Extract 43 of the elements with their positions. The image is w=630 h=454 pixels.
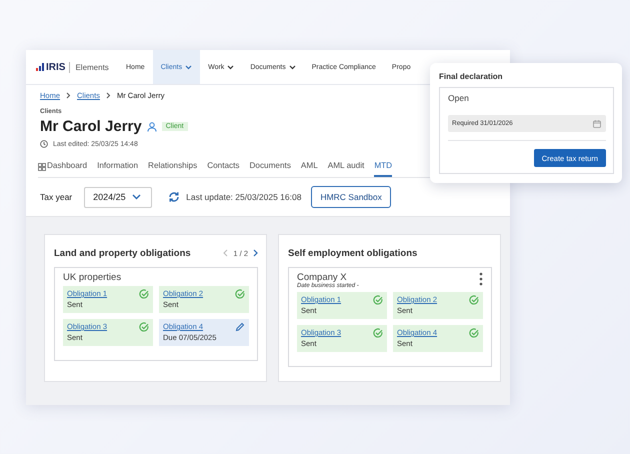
- tax-year-label: Tax year: [40, 192, 72, 202]
- client-name: Mr Carol Jerry: [40, 118, 142, 135]
- check-circle-icon: [235, 289, 245, 299]
- group-name: UK properties: [63, 272, 122, 283]
- hmrc-sandbox-button[interactable]: HMRC Sandbox: [311, 186, 391, 208]
- grid-icon: [38, 163, 46, 171]
- tab[interactable]: AML: [300, 157, 318, 177]
- tab[interactable]: Contacts: [207, 157, 240, 177]
- check-circle-icon: [469, 328, 479, 338]
- tab[interactable]: AML audit: [328, 157, 364, 177]
- tab[interactable]: Relationships: [148, 157, 198, 177]
- clock-icon: [40, 140, 48, 148]
- check-circle-icon: [373, 295, 383, 305]
- panel-title: Land and property obligations: [54, 248, 191, 258]
- chevron-right-icon: [106, 92, 111, 99]
- panel-title: Self employment obligations: [288, 248, 418, 258]
- check-circle-icon: [139, 322, 149, 332]
- logo-text: IRIS: [46, 62, 70, 72]
- chevron-right-icon[interactable]: [253, 249, 258, 257]
- pencil-icon[interactable]: [235, 322, 245, 332]
- check-circle-icon: [139, 289, 149, 299]
- bars-logo-icon: [36, 63, 45, 71]
- refresh-icon[interactable]: [168, 191, 180, 203]
- product-name: Elements: [74, 62, 109, 72]
- check-circle-icon: [469, 295, 479, 305]
- chevron-down-icon: [185, 64, 192, 70]
- more-menu-icon[interactable]: [479, 272, 483, 286]
- check-circle-icon: [373, 328, 383, 338]
- tab[interactable]: Documents: [250, 157, 291, 177]
- group-name: Company X: [297, 272, 347, 283]
- person-icon: [146, 122, 157, 132]
- last-update: Last update: 25/03/2025 16:08: [186, 192, 302, 202]
- chevron-down-icon: [288, 64, 296, 70]
- declaration-status: Open: [448, 93, 470, 103]
- tab[interactable]: Dashboard: [47, 157, 88, 177]
- chevron-right-icon: [66, 92, 72, 99]
- tax-year-select[interactable]: 2024/25: [84, 186, 152, 208]
- calendar-icon: [593, 120, 601, 128]
- tab[interactable]: MTD: [374, 157, 392, 177]
- chevron-down-icon: [132, 194, 142, 200]
- popup-title: Final declaration: [439, 72, 504, 81]
- chevron-down-icon: [227, 64, 234, 70]
- tab[interactable]: Information: [97, 157, 138, 177]
